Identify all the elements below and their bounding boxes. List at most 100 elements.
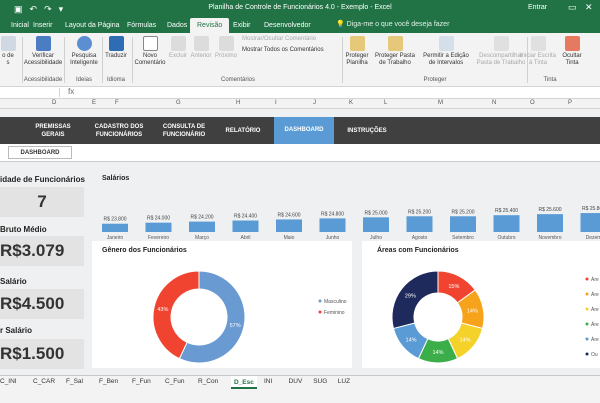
legend-marker bbox=[585, 292, 589, 296]
delete-label: Excluir bbox=[168, 53, 187, 59]
divider bbox=[132, 37, 133, 83]
menu-consulta[interactable]: CONSULTA DE FUNCIONÁRIO bbox=[154, 123, 214, 139]
sheet-tab[interactable]: SUG bbox=[313, 378, 327, 385]
translate-button[interactable]: Traduzir bbox=[104, 36, 128, 60]
allow-edit-ranges-button[interactable]: Permitir a Edição de Intervalos bbox=[419, 36, 473, 67]
status-bar bbox=[0, 389, 600, 403]
group-comments: Comentários bbox=[220, 77, 255, 83]
areas-legend-label: Ou bbox=[591, 352, 598, 358]
spelling-button[interactable]: o de s bbox=[0, 36, 20, 67]
sheet-tab[interactable]: DUV bbox=[289, 378, 303, 385]
menu-premissas[interactable]: PREMISSAS GERAIS bbox=[28, 123, 78, 139]
ribbon-tab-1[interactable]: Inserir bbox=[26, 18, 59, 33]
column-header[interactable]: N bbox=[492, 100, 496, 106]
salary-bar bbox=[363, 217, 389, 232]
show-hide-comment-label: Mostrar/Ocultar Comentário bbox=[242, 36, 317, 42]
title-bar: ▣ ↶ ↷ ▾ Planilha de Controle de Funcioná… bbox=[0, 0, 600, 18]
gender-donut-chart: 57% 43% Masculino Feminino bbox=[152, 270, 347, 364]
ribbon-tab-5[interactable]: Revisão bbox=[190, 18, 230, 33]
ribbon-tabs: 💡 Diga-me o que você deseja fazer Inicia… bbox=[0, 18, 600, 33]
menu-instrucoes[interactable]: INSTRUÇÕES bbox=[340, 127, 394, 135]
salary-data-label: R$ 24.000 bbox=[147, 216, 170, 222]
hide-ink-button[interactable]: Ocultar Tinta bbox=[560, 36, 584, 67]
new-comment-label: Novo Comentário bbox=[134, 53, 166, 66]
show-all-comments-label: Mostrar Todos os Comentários bbox=[242, 47, 324, 53]
sign-in-link[interactable]: Entrar bbox=[528, 4, 547, 11]
ribbon-tab-3[interactable]: Fórmulas bbox=[120, 18, 163, 33]
accessibility-button[interactable]: Verificar Acessibilidade bbox=[22, 36, 64, 67]
column-header[interactable]: M bbox=[438, 100, 443, 106]
show-hide-comment-button[interactable]: Mostrar/Ocultar Comentário bbox=[242, 36, 338, 43]
sheet-tab[interactable]: C_Fun bbox=[165, 378, 185, 385]
ribbon-tab-7[interactable]: Desenvolvedor bbox=[257, 18, 318, 33]
ribbon-tab-6[interactable]: Exibir bbox=[226, 18, 258, 33]
legend-marker bbox=[585, 307, 589, 311]
delete-comment-button[interactable]: Excluir bbox=[168, 36, 188, 60]
salary-bar bbox=[537, 214, 563, 232]
salary-data-label: R$ 25.400 bbox=[495, 208, 518, 214]
salary-bar bbox=[232, 220, 259, 232]
salary-chart-card: Salários R$ 23.800 Janeiro R$ 24.000 Fevere… bbox=[92, 169, 600, 241]
sheet-tab[interactable]: C_CAR bbox=[33, 378, 55, 385]
column-header[interactable]: P bbox=[568, 100, 572, 106]
sheet-tab-bar: C_INI C_CAR F_Sal F_Ben F_Fun C_Fun R_Con D_Esc… bbox=[0, 375, 600, 389]
column-header[interactable]: J bbox=[313, 100, 316, 106]
areas-legend-label: Áre bbox=[591, 276, 599, 283]
salary-bar bbox=[580, 213, 600, 232]
edit-ranges-icon bbox=[438, 36, 454, 51]
previous-comment-button[interactable]: Anterior bbox=[190, 36, 212, 60]
kpi-max-label: Salário bbox=[0, 277, 27, 286]
sheet-tab[interactable]: D_Esc bbox=[231, 376, 257, 389]
menu-cadastro[interactable]: CADASTRO DOS FUNCIONÁRIOS bbox=[88, 123, 150, 139]
start-inking-button[interactable]: Iniciar Escrita à Tinta bbox=[518, 36, 558, 67]
sheet-tab[interactable]: INI bbox=[264, 378, 272, 385]
column-header[interactable]: I bbox=[275, 100, 277, 106]
menu-dashboard[interactable]: DASHBOARD bbox=[274, 117, 334, 144]
column-header[interactable]: D bbox=[52, 100, 56, 106]
legend-marker bbox=[585, 322, 589, 326]
sheet-tab[interactable]: LUZ bbox=[338, 378, 350, 385]
gender-data-label: 43% bbox=[157, 307, 168, 313]
sheet-tab[interactable]: R_Con bbox=[198, 378, 218, 385]
protect-workbook-button[interactable]: Proteger Pasta de Trabalho bbox=[373, 36, 417, 67]
salary-data-label: R$ 23.800 bbox=[103, 217, 126, 223]
salary-bar-chart: R$ 23.800JaneiroR$ 24.000FevereiroR$ 24.… bbox=[102, 206, 600, 241]
window-title: Planilha de Controle de Funcionários 4.0… bbox=[208, 4, 392, 11]
salary-data-label: R$ 24.200 bbox=[190, 215, 213, 221]
next-comment-button[interactable]: Próximo bbox=[214, 36, 238, 60]
sheet-tab[interactable]: F_Ben bbox=[99, 378, 118, 385]
sheet-tab[interactable]: F_Fun bbox=[132, 378, 151, 385]
column-header[interactable]: E bbox=[92, 100, 96, 106]
column-header[interactable]: L bbox=[384, 100, 387, 106]
group-ideas: Ideias bbox=[75, 77, 92, 83]
areas-legend-label: Áre bbox=[591, 336, 599, 343]
divider bbox=[102, 37, 103, 83]
delete-icon bbox=[170, 36, 186, 51]
new-comment-button[interactable]: Novo Comentário bbox=[134, 36, 166, 67]
minimize-icon[interactable]: ▭ bbox=[568, 2, 577, 13]
divider bbox=[64, 37, 65, 83]
close-icon[interactable]: ✕ bbox=[585, 2, 593, 13]
column-header[interactable]: F bbox=[115, 100, 119, 106]
dashboard-button[interactable]: DASHBOARD bbox=[8, 146, 72, 159]
unshare-icon bbox=[493, 36, 509, 51]
column-header[interactable]: G bbox=[176, 100, 181, 106]
sheet-tab[interactable]: C_INI bbox=[0, 378, 17, 385]
smart-lookup-button[interactable]: Pesquisa Inteligente bbox=[66, 36, 102, 67]
sheet-tab[interactable]: F_Sal bbox=[66, 378, 83, 385]
column-header[interactable]: K bbox=[349, 100, 353, 106]
column-header[interactable]: O bbox=[530, 100, 535, 106]
protect-sheet-button[interactable]: Proteger Planilha bbox=[343, 36, 371, 67]
previous-icon bbox=[193, 36, 209, 51]
translate-label: Traduzir bbox=[105, 53, 127, 59]
tell-me-input[interactable]: 💡 Diga-me o que você deseja fazer bbox=[336, 20, 449, 28]
salary-data-label: R$ 25.200 bbox=[451, 209, 474, 215]
group-protect: Proteger bbox=[423, 77, 447, 83]
menu-relatorio[interactable]: RELATÓRIO bbox=[218, 127, 268, 135]
show-all-comments-button[interactable]: Mostrar Todos os Comentários bbox=[242, 47, 342, 54]
formula-bar[interactable]: fx bbox=[0, 87, 600, 99]
name-box[interactable] bbox=[0, 88, 60, 97]
ribbon-tab-2[interactable]: Layout da Página bbox=[58, 18, 127, 33]
column-header[interactable]: H bbox=[236, 100, 240, 106]
spelling-icon bbox=[0, 36, 16, 51]
